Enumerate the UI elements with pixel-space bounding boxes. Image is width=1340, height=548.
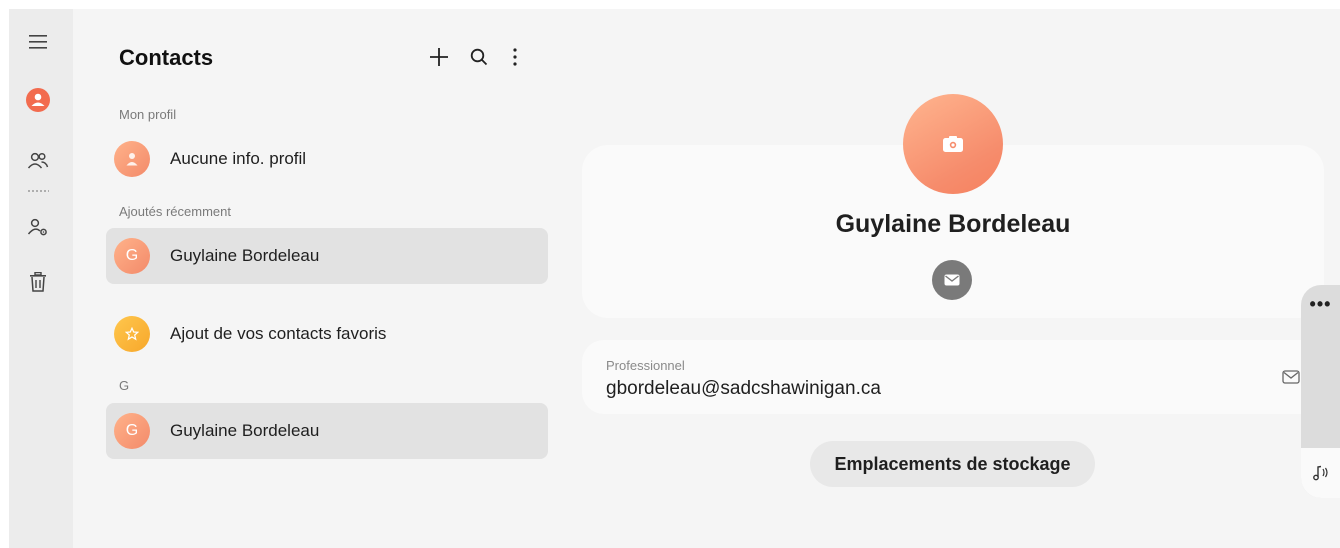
add-icon	[430, 48, 448, 66]
contact-detail-name: Guylaine Bordeleau	[835, 210, 1071, 238]
my-profile-label: Aucune info. profil	[170, 149, 307, 168]
contact-row-g[interactable]: G Guylaine Bordeleau	[106, 403, 548, 459]
people-icon	[27, 152, 49, 169]
manage-contacts-icon	[27, 218, 47, 236]
contact-name: Guylaine Bordeleau	[170, 246, 320, 265]
contact-avatar: G	[114, 413, 150, 449]
manage-contacts-nav[interactable]	[24, 213, 52, 241]
search-icon	[470, 48, 488, 66]
add-favorites-row[interactable]: Ajout de vos contacts favoris	[106, 306, 548, 362]
profile-icon	[26, 88, 50, 112]
contact-row-recent[interactable]: G Guylaine Bordeleau	[106, 228, 548, 284]
email-address[interactable]: gbordeleau@sadcshawinigan.ca	[606, 378, 881, 400]
contact-avatar: G	[114, 238, 150, 274]
menu-button[interactable]	[24, 28, 52, 56]
more-options-button[interactable]	[501, 43, 529, 71]
more-horizontal-icon[interactable]: •••	[1301, 295, 1340, 313]
email-type-label: Professionnel	[606, 358, 685, 373]
send-email-button[interactable]	[932, 260, 972, 300]
add-favorites-label: Ajout de vos contacts favoris	[170, 324, 387, 343]
email-card: Professionnel gbordeleau@sadcshawinigan.…	[582, 340, 1324, 414]
contacts-nav[interactable]	[24, 147, 52, 175]
navigation-rail	[9, 9, 73, 548]
music-note-icon	[1312, 465, 1328, 481]
trash-icon	[30, 272, 46, 292]
sound-assistant-button[interactable]	[1301, 448, 1340, 498]
person-icon	[126, 153, 138, 166]
section-header-g: G	[119, 378, 130, 393]
search-button[interactable]	[465, 43, 493, 71]
camera-icon	[943, 136, 963, 152]
mail-outline-icon	[1282, 370, 1300, 384]
favorites-avatar	[114, 316, 150, 352]
menu-icon	[29, 35, 47, 49]
email-action-button[interactable]	[1280, 367, 1302, 387]
section-header-my-profile: Mon profil	[119, 107, 177, 122]
storage-locations-button[interactable]: Emplacements de stockage	[810, 441, 1095, 487]
trash-nav[interactable]	[24, 268, 52, 296]
profile-avatar	[114, 141, 150, 177]
rail-divider	[27, 190, 49, 192]
contact-name: Guylaine Bordeleau	[170, 421, 320, 440]
star-icon	[125, 327, 139, 341]
mail-icon	[944, 274, 960, 286]
my-profile-row[interactable]: Aucune info. profil	[106, 131, 548, 187]
page-title: Contacts	[119, 45, 214, 70]
edge-panel-handle[interactable]: •••	[1301, 285, 1340, 498]
contact-photo-button[interactable]	[903, 94, 1003, 194]
add-contact-button[interactable]	[425, 43, 453, 71]
contacts-app: Contacts Mon profil Aucune info. profil …	[9, 9, 1340, 548]
my-profile-nav[interactable]	[24, 86, 52, 114]
section-header-recently-added: Ajoutés récemment	[119, 204, 231, 219]
more-vertical-icon	[513, 48, 517, 66]
